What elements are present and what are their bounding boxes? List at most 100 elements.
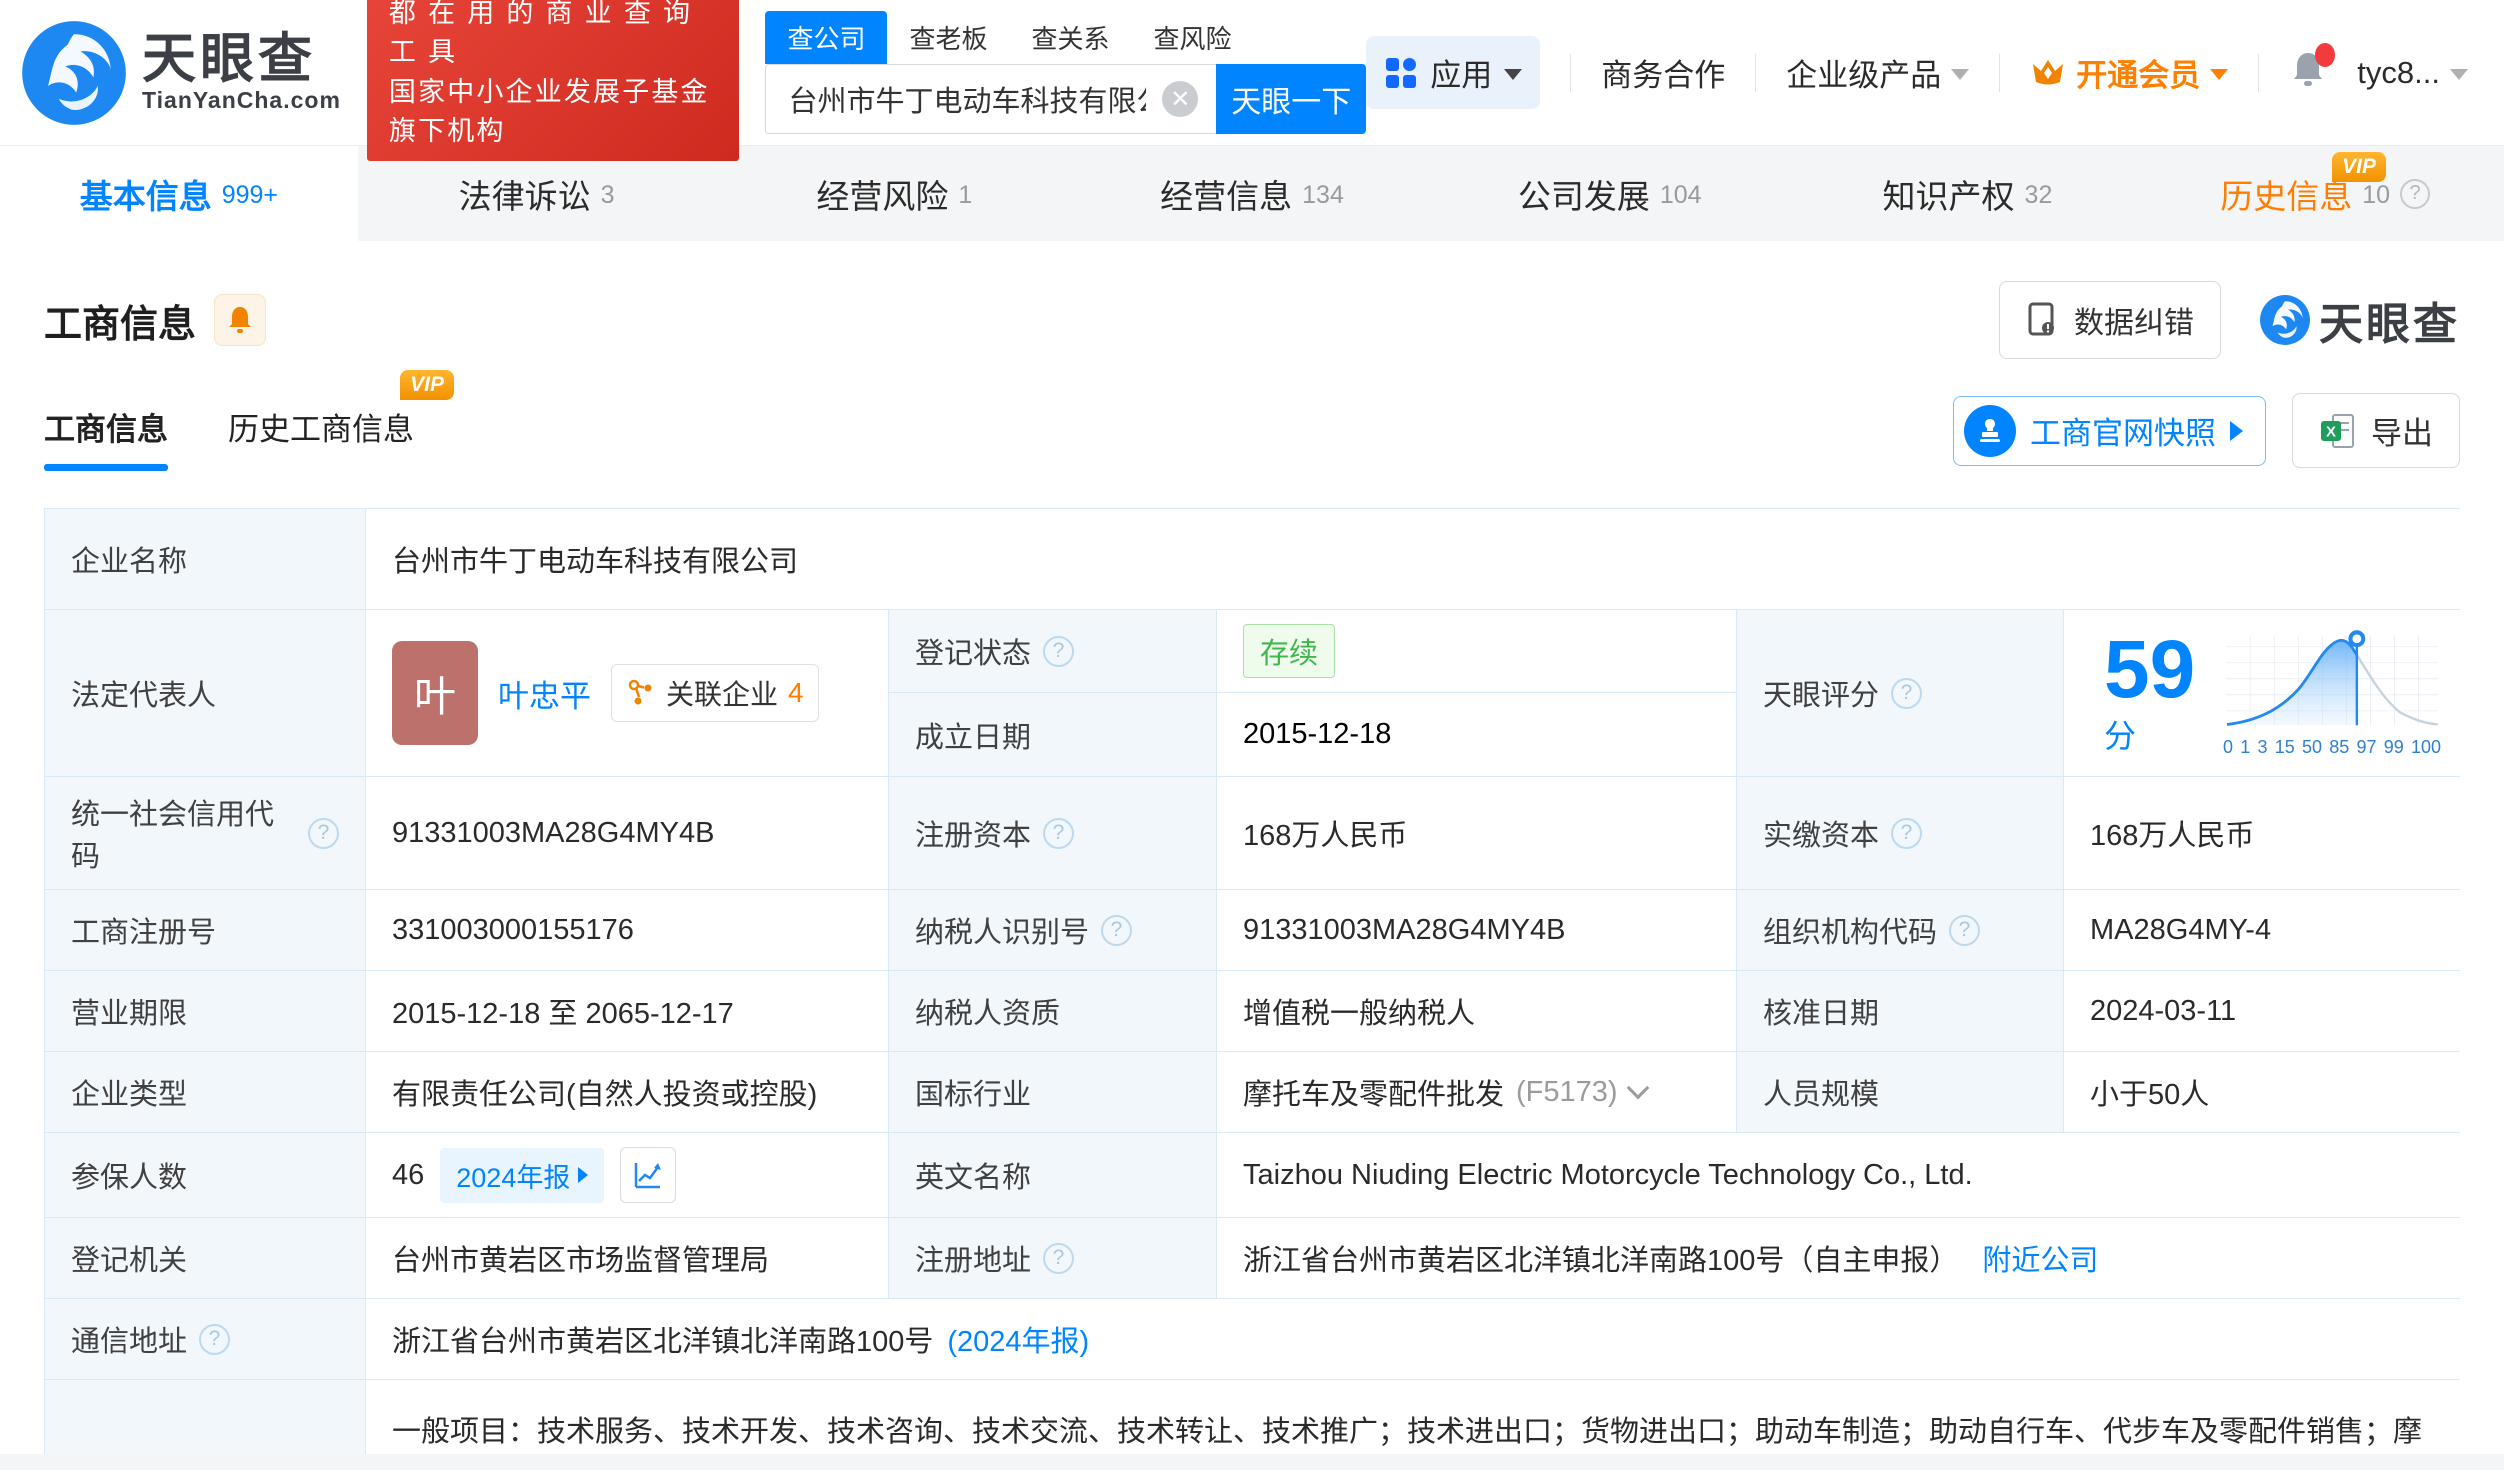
tab-count: 999+	[221, 181, 279, 209]
field-label: 企业类型	[45, 1052, 366, 1132]
legal-rep-name-link[interactable]: 叶忠平	[498, 671, 591, 716]
tianyancha-logo-icon	[2260, 295, 2310, 345]
help-icon[interactable]: ?	[1891, 677, 1923, 709]
trend-chart-icon	[635, 1163, 662, 1189]
tab-basic-info[interactable]: 基本信息 999+	[0, 146, 358, 241]
divider	[1999, 53, 2001, 92]
taxpayer-quality-value: 增值税一般纳税人	[1217, 971, 1737, 1051]
cooperation-label: 商务合作	[1601, 58, 1726, 93]
legal-rep-avatar[interactable]: 叶	[392, 641, 478, 745]
insured-trend-button[interactable]	[620, 1147, 677, 1203]
related-companies-count: 4	[788, 677, 804, 708]
status-date-block: 登记状态 ? 存续 成立日期 2015-12-18	[889, 610, 1737, 776]
annual-report-link[interactable]: (2024年报)	[947, 1318, 1089, 1360]
help-icon[interactable]: ?	[308, 817, 339, 849]
search-tab-company[interactable]: 查公司	[765, 11, 888, 64]
field-label: 组织机构代码?	[1737, 890, 2064, 970]
tianyancha-company-page: 天眼查 TianYanCha.com 都在用的商业查询工具 国家中小企业发展子基…	[0, 0, 2504, 1470]
search-tab-relation[interactable]: 查关系	[1009, 11, 1131, 64]
tab-company-development[interactable]: 公司发展 104	[1431, 146, 1789, 241]
status-badge: 存续	[1243, 624, 1336, 678]
search-tab-boss[interactable]: 查老板	[887, 11, 1009, 64]
tab-intellectual-property[interactable]: 知识产权 32	[1789, 146, 2147, 241]
notifications-bell[interactable]	[2289, 42, 2336, 97]
field-label: 英文名称	[889, 1133, 1217, 1217]
industry-value-cell: 摩托车及零配件批发 (F5173)	[1217, 1052, 1737, 1132]
apps-grid-icon	[1386, 57, 1417, 88]
excel-file-icon: X	[2321, 413, 2354, 448]
menu-enterprise-products[interactable]: 企业级产品	[1786, 50, 1970, 95]
tianyancha-logo[interactable]: 天眼查 TianYanCha.com	[20, 19, 341, 127]
header: 天眼查 TianYanCha.com 都在用的商业查询工具 国家中小企业发展子基…	[0, 0, 2504, 161]
help-icon[interactable]: ?	[1949, 914, 1981, 946]
tab-legal-litigation[interactable]: 法律诉讼 3	[358, 146, 716, 241]
table-row-reg-number: 工商注册号 331003000155176 纳税人识别号? 91331003MA…	[45, 890, 2467, 971]
top-menu: 应用 商务合作 企业级产品 开通会员 tyc8...	[1366, 36, 2468, 109]
reg-address-value: 浙江省台州市黄岩区北洋镇北洋南路100号（自主申报）	[1243, 1245, 1959, 1277]
help-icon[interactable]: ?	[1043, 1242, 1075, 1274]
tianyancha-watermark: 天眼查	[2259, 288, 2460, 352]
search-input[interactable]	[766, 65, 1217, 133]
field-label: 营业期限	[45, 971, 366, 1051]
tab-label: 公司发展	[1517, 177, 1650, 215]
score-unit: 分	[2104, 718, 2137, 754]
snapshot-label: 工商官网快照	[2030, 416, 2216, 451]
logo-title: 天眼查	[142, 28, 316, 89]
tab-count: 32	[2024, 181, 2053, 209]
tianyan-score-cell: 59 分 0 1 3 15 50 85 97 99 100	[2064, 610, 2467, 776]
enterprise-label: 企业级产品	[1786, 58, 1942, 93]
field-label: 登记状态 ?	[889, 610, 1217, 693]
chevron-down-icon[interactable]	[1626, 1076, 1649, 1100]
banner-line1: 都在用的商业查询工具	[388, 0, 703, 68]
monitor-bell-button[interactable]	[214, 294, 267, 346]
document-edit-icon	[2028, 302, 2054, 336]
page-bottom-strip	[0, 1454, 2504, 1470]
taxpayer-id-value: 91331003MA28G4MY4B	[1217, 890, 1737, 970]
help-icon[interactable]: ?	[1043, 817, 1075, 849]
tab-history-info[interactable]: VIP 历史信息 10 ?	[2146, 146, 2504, 241]
legal-rep-cell: 叶 叶忠平 关联企业 4	[366, 610, 889, 776]
tab-label: 基本信息	[79, 177, 212, 215]
data-correction-label: 数据纠错	[2074, 307, 2194, 340]
reg-capital-value: 168万人民币	[1217, 777, 1737, 889]
search-button[interactable]: 天眼一下	[1216, 64, 1367, 134]
subtab-business-info[interactable]: 工商信息	[44, 404, 168, 471]
relation-graph-icon	[628, 679, 652, 705]
section-header: 工商信息 数据纠错 天眼查	[0, 241, 2504, 359]
vip-badge: VIP	[2332, 152, 2387, 183]
english-name-value: Taizhou Niuding Electric Motorcycle Tech…	[1217, 1133, 2467, 1217]
tab-count: 10	[2362, 181, 2391, 209]
related-companies-badge[interactable]: 关联企业 4	[611, 664, 819, 722]
section-title: 工商信息	[44, 303, 197, 346]
annual-report-pill[interactable]: 2024年报	[440, 1147, 605, 1203]
help-icon[interactable]: ?	[1101, 914, 1133, 946]
staff-size-value: 小于50人	[2064, 1052, 2467, 1132]
help-icon[interactable]: ?	[2400, 178, 2431, 209]
menu-cooperation[interactable]: 商务合作	[1601, 50, 1725, 95]
user-account-menu[interactable]: tyc8...	[2357, 55, 2468, 91]
subtab-history-business-info[interactable]: VIP 历史工商信息	[228, 370, 454, 471]
export-button[interactable]: X 导出	[2292, 393, 2460, 468]
reg-authority-value: 台州市黄岩区市场监督管理局	[366, 1218, 889, 1298]
score-distribution-chart: 01 3 15 50 85 97 99 100	[2223, 629, 2441, 758]
tab-operation-risk[interactable]: 经营风险 1	[715, 146, 1073, 241]
tab-business-info[interactable]: 经营信息 134	[1073, 146, 1431, 241]
apps-menu[interactable]: 应用	[1366, 36, 1541, 109]
industry-value: 摩托车及零配件批发	[1243, 1079, 1505, 1111]
help-icon[interactable]: ?	[1043, 635, 1075, 667]
logo-text: 天眼查 TianYanCha.com	[142, 28, 341, 115]
search-tab-risk[interactable]: 查风险	[1131, 11, 1253, 64]
tab-label: 知识产权	[1882, 177, 2015, 215]
field-label: 天眼评分 ?	[1737, 610, 2064, 776]
reg-number-value: 331003000155176	[366, 890, 889, 970]
official-snapshot-button[interactable]: 工商官网快照	[1953, 395, 2266, 466]
help-icon[interactable]: ?	[199, 1323, 231, 1355]
data-correction-button[interactable]: 数据纠错	[1999, 281, 2221, 359]
vip-badge: VIP	[400, 370, 454, 401]
table-row-company-name: 企业名称 台州市牛丁电动车科技有限公司	[45, 509, 2467, 610]
field-label: 注册资本?	[889, 777, 1217, 889]
menu-open-vip[interactable]: 开通会员	[2030, 50, 2229, 95]
tab-count: 1	[958, 181, 973, 209]
help-icon[interactable]: ?	[1891, 817, 1923, 849]
nearby-companies-link[interactable]: 附近公司	[1982, 1237, 2098, 1279]
